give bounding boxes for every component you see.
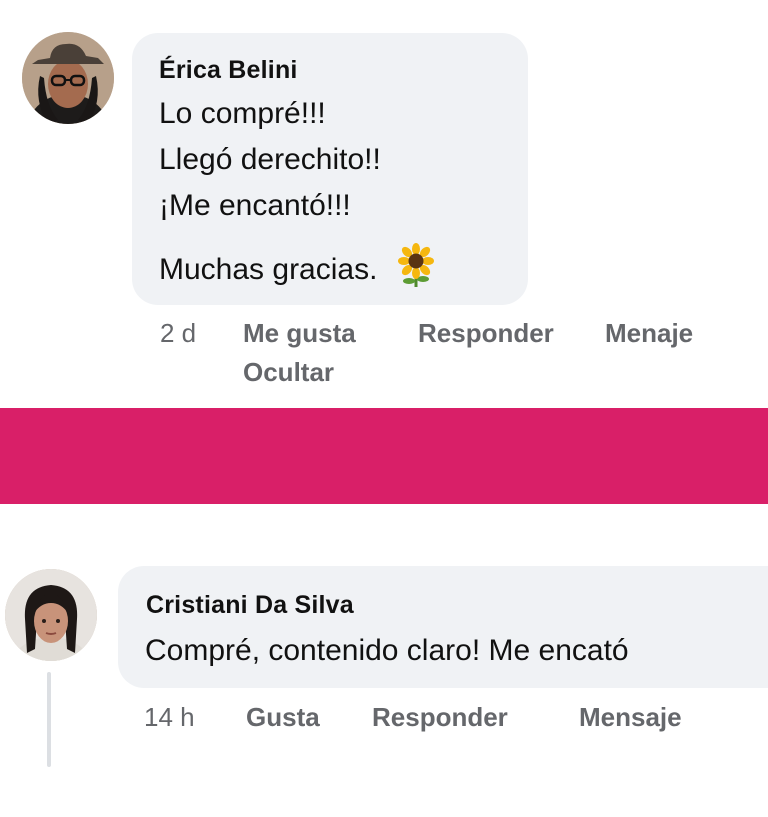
comment-text-line: Muchas gracias. xyxy=(159,253,378,286)
comment-last-line: Muchas gracias. xyxy=(159,243,436,290)
user-photo-icon xyxy=(22,32,114,124)
like-button[interactable]: Gusta xyxy=(246,702,320,733)
comment-text-line: ¡Me encantó!!! xyxy=(159,189,351,222)
comment-erica: Érica Belini Lo compré!!! Llegó derechit… xyxy=(0,0,768,400)
comment-actions: 2 d Me gusta Responder Menaje Ocultar xyxy=(0,318,768,398)
comment-author[interactable]: Cristiani Da Silva xyxy=(146,591,354,620)
user-photo-icon xyxy=(5,569,97,661)
sunflower-icon xyxy=(396,243,436,287)
reply-button[interactable]: Responder xyxy=(372,702,508,733)
comment-time[interactable]: 14 h xyxy=(144,702,195,733)
comment-cristiani: Cristiani Da Silva Compré, contenido cla… xyxy=(0,560,768,780)
comment-text-line: Llegó derechito!! xyxy=(159,143,381,176)
comment-bubble[interactable]: Cristiani Da Silva Compré, contenido cla… xyxy=(118,566,768,688)
comment-author[interactable]: Érica Belini xyxy=(159,56,298,85)
reply-button[interactable]: Responder xyxy=(418,318,554,349)
comment-text-line: Lo compré!!! xyxy=(159,97,326,130)
avatar[interactable] xyxy=(5,569,97,661)
message-button[interactable]: Mensaje xyxy=(579,702,682,733)
message-button[interactable]: Menaje xyxy=(605,318,693,349)
comment-bubble[interactable]: Érica Belini Lo compré!!! Llegó derechit… xyxy=(132,33,528,305)
comment-time[interactable]: 2 d xyxy=(160,318,196,349)
hide-button[interactable]: Ocultar xyxy=(243,357,334,388)
comment-text: Compré, contenido claro! Me encató xyxy=(145,634,629,667)
reply-thread-line xyxy=(47,672,51,767)
like-button[interactable]: Me gusta xyxy=(243,318,356,349)
separator-band xyxy=(0,408,768,504)
comment-actions: 14 h Gusta Responder Mensaje xyxy=(0,702,768,742)
avatar[interactable] xyxy=(22,32,114,124)
